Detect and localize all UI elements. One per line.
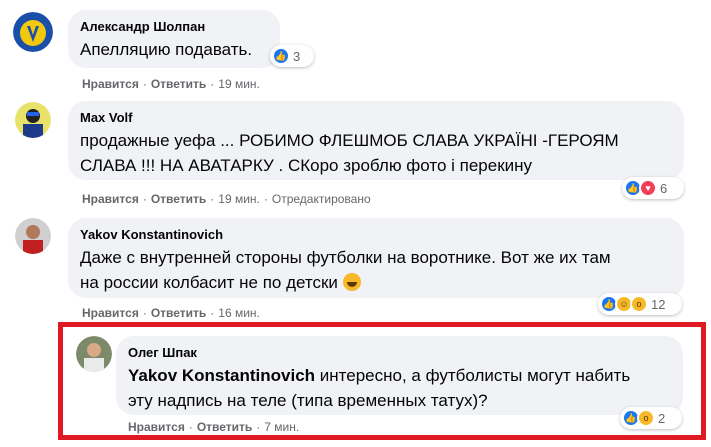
comment-text: Апелляцию подавать. bbox=[80, 40, 253, 59]
comment-actions: Нравится · Ответить · 19 мин. · Отредактирован… bbox=[82, 192, 371, 206]
like-link[interactable]: Нравится bbox=[82, 77, 139, 91]
like-link[interactable]: Нравится bbox=[82, 192, 139, 206]
comment-text-line-wrap: Yakov Konstantinovich интересно, а футбо… bbox=[128, 363, 671, 388]
reply-link[interactable]: Ответить bbox=[151, 306, 206, 320]
reactions-count: 2 bbox=[658, 410, 666, 426]
comment-author[interactable]: Олег Шпак bbox=[128, 344, 671, 361]
avatar[interactable] bbox=[15, 102, 51, 138]
comment-author[interactable]: Yakov Konstantinovich bbox=[80, 226, 672, 243]
reactions-summary[interactable]: 👍 3 bbox=[270, 45, 314, 67]
comment-actions: Нравится · Ответить · 7 мин. bbox=[128, 420, 300, 434]
avatar[interactable] bbox=[76, 336, 112, 372]
like-link[interactable]: Нравится bbox=[128, 420, 185, 434]
timestamp[interactable]: 7 мин. bbox=[264, 420, 299, 434]
reactions-summary[interactable]: 👍 o 2 bbox=[620, 407, 682, 429]
reply-link[interactable]: Ответить bbox=[197, 420, 252, 434]
wow-icon: o bbox=[630, 295, 648, 313]
comment-bubble: Yakov Konstantinovich Даже с внутренней … bbox=[68, 218, 684, 298]
reply-link[interactable]: Ответить bbox=[151, 77, 206, 91]
comment-text-line: продажные уефа ... РОБИМО ФЛЕШМОБ СЛАВА … bbox=[80, 131, 619, 150]
comment-text-line-wrap: на россии колбасит не по детски bbox=[80, 270, 672, 295]
timestamp[interactable]: 16 мин. bbox=[218, 306, 260, 320]
laughing-emoji bbox=[342, 273, 361, 291]
comment-bubble: Max Volf продажные уефа ... РОБИМО ФЛЕШМ… bbox=[68, 101, 684, 180]
edited-label[interactable]: Отредактировано bbox=[272, 192, 371, 206]
comment-actions: Нравится · Ответить · 19 мин. bbox=[82, 77, 260, 91]
wow-icon: o bbox=[637, 409, 655, 427]
timestamp[interactable]: 19 мин. bbox=[218, 77, 260, 91]
love-icon: ♥ bbox=[639, 179, 657, 197]
comment-actions: Нравится · Ответить · 16 мин. bbox=[82, 306, 260, 320]
reactions-count: 6 bbox=[660, 180, 668, 196]
reply-link[interactable]: Ответить bbox=[151, 192, 206, 206]
comment-text-line: Даже с внутренней стороны футболки на во… bbox=[80, 248, 611, 267]
comment-text-line: на россии колбасит не по детски bbox=[80, 273, 338, 292]
timestamp[interactable]: 19 мин. bbox=[218, 192, 260, 206]
avatar[interactable] bbox=[15, 218, 51, 254]
comment-text-line: СЛАВА !!! НА АВАТАРКУ . СКоро зроблю фот… bbox=[80, 156, 533, 175]
like-link[interactable]: Нравится bbox=[82, 306, 139, 320]
comment-bubble: Олег Шпак Yakov Konstantinovich интересн… bbox=[116, 336, 683, 415]
mention-link[interactable]: Yakov Konstantinovich bbox=[128, 366, 315, 385]
reactions-count: 12 bbox=[651, 296, 666, 312]
comment-text-line: эту надпись на теле (типа временных тату… bbox=[128, 391, 488, 410]
reactions-count: 3 bbox=[293, 48, 301, 64]
reactions-summary[interactable]: 👍 ♥ 6 bbox=[622, 177, 684, 199]
comment-text-line: интересно, а футболисты могут набить bbox=[315, 366, 631, 385]
avatar[interactable] bbox=[13, 12, 53, 52]
comment-author[interactable]: Max Volf bbox=[80, 109, 672, 126]
reactions-summary[interactable]: 👍 ☺ o 12 bbox=[598, 293, 682, 315]
like-icon: 👍 bbox=[272, 47, 290, 65]
comment-bubble: Александр Шолпан Апелляцию подавать. bbox=[68, 10, 280, 68]
comment-author[interactable]: Александр Шолпан bbox=[80, 18, 268, 35]
